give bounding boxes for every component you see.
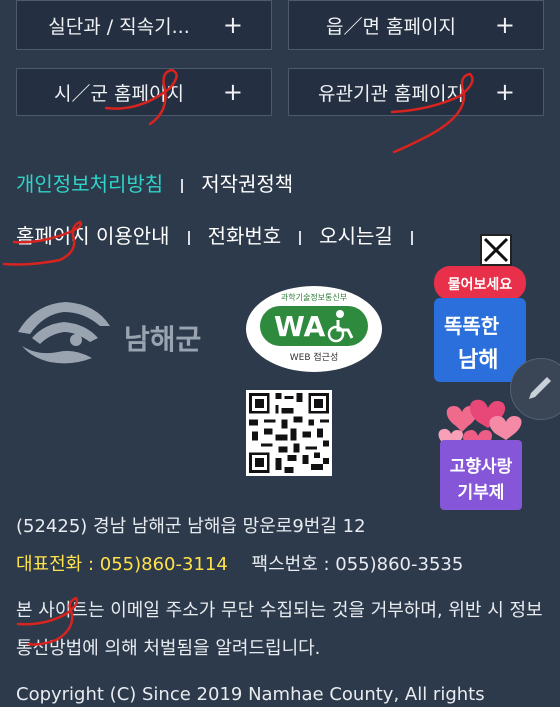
qr-code — [246, 390, 332, 476]
divider — [299, 230, 302, 245]
main-phone-label: 대표전화 — [16, 554, 83, 575]
wa-top-text: 과학기술정보통신부 — [280, 293, 348, 302]
chat-line-1: 똑똑한 — [444, 314, 500, 338]
button-department[interactable]: 실단과 / 직속기... + — [16, 0, 272, 50]
button-label: 읍／면 홈페이지 — [326, 15, 456, 38]
donation-panel: 고향사랑 기부제 — [440, 440, 522, 510]
contact-line: 대표전화 : 055)860-3114 팩스번호 : 055)860-3535 — [16, 550, 463, 576]
button-label: 유관기관 홈페이지 — [318, 82, 464, 105]
plus-icon: + — [222, 11, 243, 39]
donation-line-2: 기부제 — [457, 483, 505, 503]
wa-icon: WA — [260, 306, 368, 346]
divider — [410, 230, 413, 245]
web-accessibility-mark[interactable]: 과학기술정보통신부 WA WEB 접근성 — [246, 286, 382, 372]
plus-icon: + — [222, 78, 243, 106]
wheelchair-icon — [327, 310, 354, 343]
chat-line-2: 남해 — [458, 348, 499, 373]
close-icon[interactable] — [480, 234, 512, 266]
divider — [181, 178, 184, 193]
chat-bubble: 물어보세요 — [434, 266, 526, 300]
plus-icon: + — [494, 11, 515, 39]
smart-namhae-chat-button[interactable]: 물어보세요 똑똑한 남해 — [434, 266, 526, 382]
namhae-logo[interactable]: 남해군 — [14, 292, 224, 372]
divider — [187, 230, 190, 245]
fax-number: 팩스번호 : 055)860-3535 — [251, 554, 464, 575]
copyright-text: Copyright (C) Since 2019 Namhae County, … — [16, 684, 485, 705]
button-related[interactable]: 유관기관 홈페이지 + — [288, 68, 544, 116]
privacy-policy-link[interactable]: 개인정보처리방침 — [16, 172, 163, 196]
button-town[interactable]: 읍／면 홈페이지 + — [288, 0, 544, 50]
address-text: (52425) 경남 남해군 남해읍 망운로9번길 12 — [16, 516, 366, 537]
copyright-policy-link[interactable]: 저작권정책 — [201, 172, 293, 196]
email-collection-notice: 본 사이트는 이메일 주소가 무단 수집되는 것을 거부하며, 위반 시 정보통… — [16, 600, 543, 659]
main-phone: 대표전화 : 055)860-3114 — [16, 554, 228, 575]
wa-bottom-text: WEB 접근성 — [289, 353, 339, 363]
directions-link[interactable]: 오시는길 — [319, 224, 393, 248]
footer-links-row-1: 개인정보처리방침 저작권정책 — [16, 168, 293, 197]
button-label: 실단과 / 직속기... — [48, 15, 190, 38]
logo-text: 남해군 — [124, 323, 202, 356]
main-phone-value: : 055)860-3114 — [82, 554, 228, 575]
button-city[interactable]: 시／군 홈페이지 + — [16, 68, 272, 116]
hometown-donation-button[interactable]: 고향사랑 기부제 — [436, 396, 526, 512]
chat-panel: 똑똑한 남해 — [434, 298, 526, 382]
plus-icon: + — [494, 78, 515, 106]
wa-mark-text: WA — [274, 310, 326, 343]
footer-links-row-2: 홈페이지 이용안내 전화번호 오시는길 — [16, 220, 431, 249]
phone-link[interactable]: 전화번호 — [208, 224, 282, 248]
donation-line-1: 고향사랑 — [449, 457, 513, 477]
chat-bubble-text: 물어보세요 — [447, 277, 513, 293]
site-guide-link[interactable]: 홈페이지 이용안내 — [16, 224, 170, 248]
button-label: 시／군 홈페이지 — [54, 82, 184, 105]
namhae-emblem-icon — [18, 302, 110, 364]
